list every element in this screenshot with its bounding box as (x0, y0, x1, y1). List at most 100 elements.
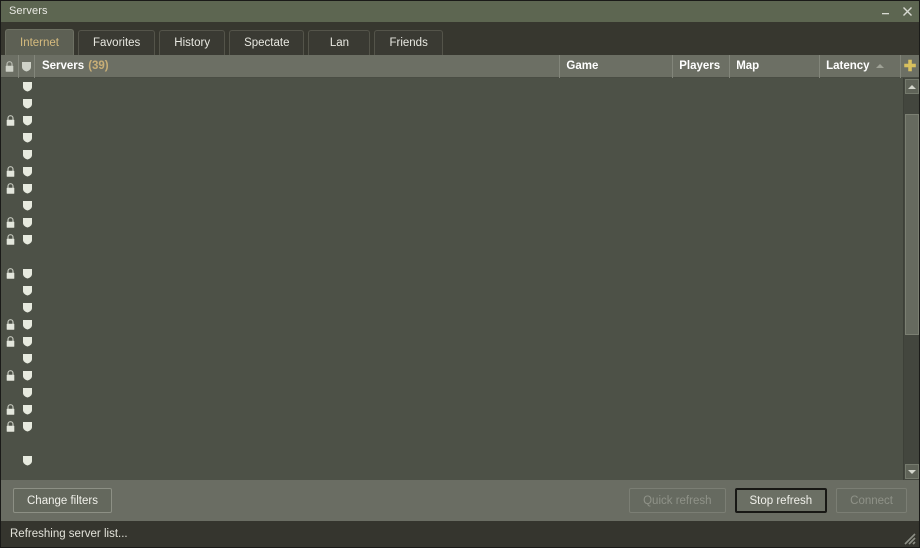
connect-button[interactable]: Connect (836, 488, 907, 513)
title-bar: Servers (1, 1, 919, 22)
server-vac-cell (19, 319, 35, 330)
vertical-scrollbar[interactable] (903, 78, 919, 480)
column-header-game-label: Game (566, 60, 599, 72)
column-header-vac[interactable] (19, 54, 35, 78)
server-password-cell (1, 370, 19, 381)
server-row[interactable] (1, 299, 903, 316)
tab-lan[interactable]: Lan (308, 30, 371, 55)
server-row[interactable] (1, 282, 903, 299)
server-password-cell (1, 115, 19, 126)
server-row[interactable] (1, 214, 903, 231)
server-vac-cell (19, 234, 35, 245)
column-header-servers[interactable]: Servers (39) (35, 54, 561, 78)
server-password-cell (1, 404, 19, 415)
column-header-latency-label: Latency (826, 60, 870, 72)
tab-internet[interactable]: Internet (5, 29, 74, 55)
server-password-cell (1, 183, 19, 194)
connect-label: Connect (850, 494, 893, 507)
minimize-button[interactable] (878, 4, 892, 20)
scroll-up-button[interactable] (905, 79, 919, 94)
server-vac-cell (19, 285, 35, 296)
lock-icon (6, 115, 14, 126)
shield-icon (22, 456, 32, 466)
server-list-area (1, 78, 919, 480)
server-count: (39) (88, 60, 109, 72)
server-row[interactable] (1, 78, 903, 95)
server-row[interactable] (1, 350, 903, 367)
shield-icon (22, 354, 32, 364)
lock-icon (6, 370, 14, 381)
tab-favorites[interactable]: Favorites (78, 30, 156, 55)
shield-icon (22, 218, 32, 228)
server-row[interactable] (1, 146, 903, 163)
server-row[interactable] (1, 95, 903, 112)
tab-friends-label: Friends (389, 37, 428, 49)
server-row[interactable] (1, 418, 903, 435)
server-vac-cell (19, 370, 35, 381)
server-list[interactable] (1, 78, 903, 480)
stop-refresh-button[interactable]: Stop refresh (734, 488, 828, 513)
bottom-toolbar: Change filters Quick refresh Stop refres… (1, 480, 919, 521)
server-row[interactable] (1, 231, 903, 248)
shield-icon (22, 303, 32, 313)
scrollbar-thumb[interactable] (905, 114, 919, 336)
tab-friends[interactable]: Friends (374, 30, 443, 55)
column-header-latency[interactable]: Latency (820, 54, 902, 78)
shield-icon (22, 337, 32, 347)
server-row[interactable] (1, 316, 903, 333)
server-row[interactable] (1, 180, 903, 197)
server-row[interactable] (1, 401, 903, 418)
server-password-cell (1, 166, 19, 177)
lock-icon (6, 421, 14, 432)
plus-icon: ✚ (903, 57, 917, 75)
server-row[interactable] (1, 129, 903, 146)
servers-window: Servers Internet Favorites History Spect… (0, 0, 920, 548)
server-row[interactable] (1, 197, 903, 214)
tab-spectate[interactable]: Spectate (229, 30, 305, 55)
server-row[interactable] (1, 384, 903, 401)
lock-icon (6, 183, 14, 194)
server-row[interactable] (1, 265, 903, 282)
shield-icon (22, 116, 32, 126)
server-vac-cell (19, 115, 35, 126)
server-row[interactable] (1, 452, 903, 469)
window-title: Servers (9, 5, 48, 17)
lock-icon (6, 336, 14, 347)
server-vac-cell (19, 353, 35, 364)
server-password-cell (1, 217, 19, 228)
server-row[interactable] (1, 367, 903, 384)
shield-icon (22, 286, 32, 296)
chevron-down-icon (908, 469, 916, 474)
server-row[interactable] (1, 112, 903, 129)
column-header-players[interactable]: Players (673, 54, 731, 78)
server-password-cell (1, 319, 19, 330)
lock-icon (6, 234, 14, 245)
change-filters-button[interactable]: Change filters (13, 488, 112, 513)
server-vac-cell (19, 455, 35, 466)
server-row[interactable] (1, 163, 903, 180)
server-vac-cell (19, 183, 35, 194)
shield-icon (22, 133, 32, 143)
server-row[interactable] (1, 333, 903, 350)
add-column-button[interactable]: ✚ (901, 55, 919, 78)
shield-icon (22, 320, 32, 330)
server-vac-cell (19, 98, 35, 109)
server-vac-cell (19, 166, 35, 177)
chevron-up-icon (908, 84, 916, 89)
column-header-game[interactable]: Game (560, 54, 674, 78)
column-header-map[interactable]: Map (730, 54, 821, 78)
toolbar-actions: Quick refresh Stop refresh Connect (629, 488, 907, 513)
shield-icon (22, 150, 32, 160)
scroll-down-button[interactable] (905, 464, 919, 479)
shield-icon (22, 388, 32, 398)
tab-history[interactable]: History (159, 30, 226, 55)
server-password-cell (1, 234, 19, 245)
change-filters-label: Change filters (27, 494, 98, 507)
tab-strip: Internet Favorites History Spectate Lan … (1, 22, 919, 55)
resize-grip-icon[interactable] (900, 529, 916, 545)
quick-refresh-button[interactable]: Quick refresh (629, 488, 726, 513)
server-vac-cell (19, 421, 35, 432)
server-vac-cell (19, 217, 35, 228)
close-button[interactable] (900, 4, 914, 20)
column-header-password[interactable] (1, 54, 19, 78)
